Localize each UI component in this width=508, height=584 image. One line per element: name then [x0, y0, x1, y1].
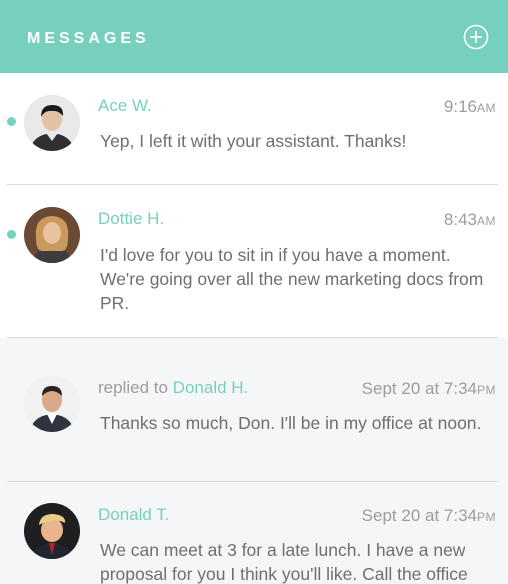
message-preview: We can meet at 3 for a late lunch. I hav… [100, 540, 468, 584]
message-time: Sept 20 at 7:34PM [361, 506, 496, 525]
header-title: MESSAGES [27, 30, 150, 47]
message-item[interactable]: Dottie H. 8:43AM I'd love for you to sit… [0, 185, 508, 338]
avatar [24, 207, 80, 263]
message-time: 9:16AM [443, 97, 496, 116]
avatar [24, 503, 80, 559]
message-time: Sept 20 at 7:34PM [361, 379, 496, 398]
new-message-button[interactable] [463, 24, 489, 50]
avatar [24, 376, 80, 432]
message-preview: I'd love for you to sit in if you have a… [100, 245, 484, 313]
messages-header: MESSAGES [0, 0, 508, 73]
message-item[interactable]: Donald T. Sept 20 at 7:34PM We can meet … [0, 482, 508, 584]
sender-name[interactable]: Ace W. [98, 96, 152, 115]
plus-circle-icon [463, 24, 489, 50]
message-preview: Yep, I left it with your assistant. Than… [100, 131, 407, 151]
message-item[interactable]: replied to Donald H. Sept 20 at 7:34PM T… [0, 338, 508, 482]
message-time: 8:43AM [443, 210, 496, 229]
avatar [24, 95, 80, 151]
sender-name[interactable]: Donald H. [173, 378, 249, 397]
unread-indicator [7, 230, 16, 239]
sender-name[interactable]: Donald T. [98, 505, 170, 524]
reply-prefix: replied to [98, 378, 173, 397]
message-item[interactable]: Ace W. 9:16AM Yep, I left it with your a… [0, 73, 508, 185]
unread-indicator [7, 117, 16, 126]
message-preview: Thanks so much, Don. I'll be in my offic… [100, 413, 482, 433]
sender-name[interactable]: Dottie H. [98, 209, 164, 228]
